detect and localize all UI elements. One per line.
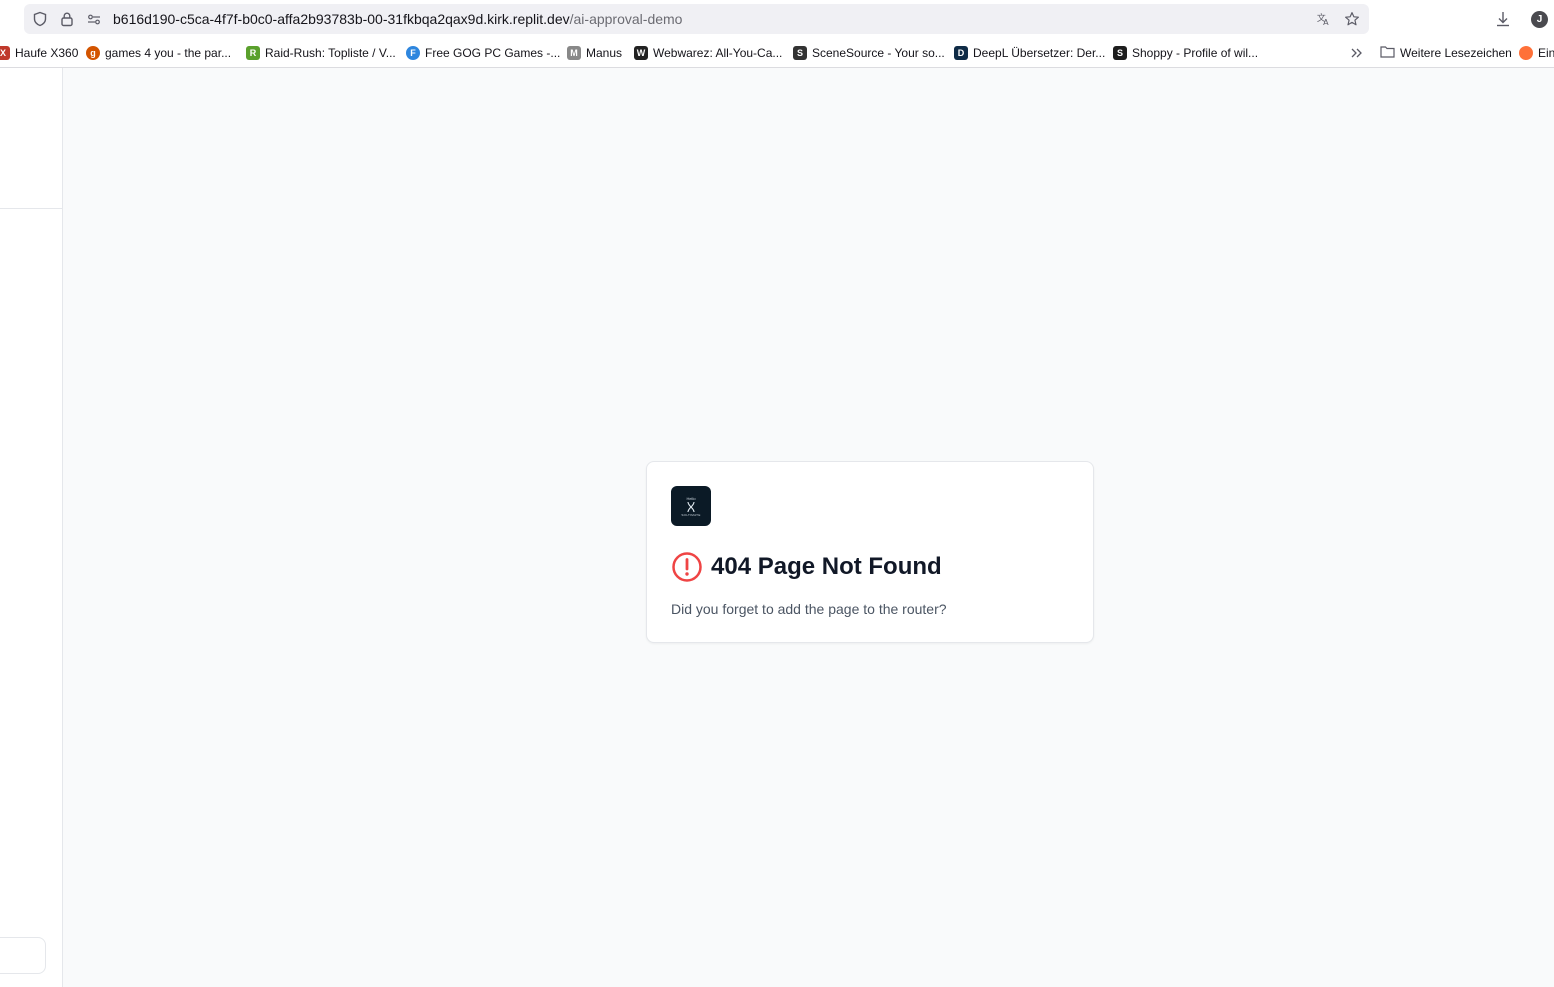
error-message: Did you forget to add the page to the ro… — [671, 601, 947, 617]
sidebar — [0, 68, 63, 987]
bookmark-label: Manus — [586, 46, 623, 60]
shield-icon[interactable] — [32, 11, 48, 27]
bookmark-item[interactable]: S Shoppy - Profile of wil... — [1113, 44, 1258, 62]
import-bookmarks-item[interactable]: Ein — [1519, 44, 1554, 62]
other-bookmarks-label: Weitere Lesezeichen — [1400, 46, 1512, 60]
url-path: /ai-approval-demo — [569, 11, 683, 27]
other-bookmarks-folder[interactable]: Weitere Lesezeichen — [1380, 44, 1512, 62]
url-text[interactable]: b616d190-c5ca-4f7f-b0c0-affa2b93783b-00-… — [113, 11, 682, 27]
bookmark-favicon-icon: R — [246, 46, 260, 60]
bookmark-item[interactable]: S SceneSource - Your so... — [793, 44, 945, 62]
bookmark-item[interactable]: g games 4 you - the par... — [86, 44, 231, 62]
app-logo: Hello SOLTIMATE — [671, 486, 711, 526]
firefox-icon — [1519, 46, 1533, 60]
browser-toolbar: b616d190-c5ca-4f7f-b0c0-affa2b93783b-00-… — [0, 0, 1554, 38]
alert-circle-icon — [671, 551, 703, 583]
bookmark-item[interactable]: D DeepL Übersetzer: Der... — [954, 44, 1105, 62]
sidebar-divider — [0, 208, 62, 209]
folder-icon — [1380, 45, 1395, 61]
bookmark-label: games 4 you - the par... — [105, 46, 232, 60]
download-icon[interactable] — [1493, 9, 1513, 29]
bookmark-favicon-icon: M — [567, 46, 581, 60]
bookmark-label: SceneSource - Your so... — [812, 46, 945, 60]
dna-icon — [687, 501, 695, 512]
not-found-card: Hello SOLTIMATE 404 Page Not Found Did y… — [646, 461, 1094, 643]
bookmark-favicon-icon: F — [406, 46, 420, 60]
bookmark-item[interactable]: R Raid-Rush: Topliste / V... — [246, 44, 396, 62]
import-bookmarks-label: Ein — [1538, 46, 1554, 60]
bookmark-favicon-icon: W — [634, 46, 648, 60]
bookmark-item[interactable]: M Manus — [567, 44, 622, 62]
bookmark-item[interactable]: F Free GOG PC Games -... — [406, 44, 560, 62]
bookmark-label: Shoppy - Profile of wil... — [1132, 46, 1259, 60]
bookmarks-bar: X Haufe X360 g games 4 you - the par... … — [0, 38, 1554, 68]
svg-text:A: A — [1323, 18, 1329, 27]
bookmark-favicon-icon: g — [86, 46, 100, 60]
address-bar[interactable]: b616d190-c5ca-4f7f-b0c0-affa2b93783b-00-… — [24, 4, 1369, 34]
bookmark-item[interactable]: W Webwarez: All-You-Ca... — [634, 44, 782, 62]
bookmark-item[interactable]: X Haufe X360 — [0, 44, 78, 62]
bookmark-favicon-icon: D — [954, 46, 968, 60]
heading-row: 404 Page Not Found — [671, 551, 942, 583]
bookmark-label: DeepL Übersetzer: Der... — [973, 46, 1106, 60]
bookmark-favicon-icon: S — [1113, 46, 1127, 60]
bookmark-favicon-icon: X — [0, 46, 10, 60]
logo-bottom-text: SOLTIMATE — [681, 512, 701, 517]
url-host: b616d190-c5ca-4f7f-b0c0-affa2b93783b-00-… — [113, 11, 570, 27]
translate-icon[interactable]: 文A — [1316, 11, 1332, 27]
page-content: Hello SOLTIMATE 404 Page Not Found Did y… — [0, 68, 1554, 987]
bookmark-star-icon[interactable] — [1344, 11, 1360, 27]
bookmark-label: Haufe X360 — [15, 46, 79, 60]
bookmark-label: Free GOG PC Games -... — [425, 46, 561, 60]
lock-icon[interactable] — [59, 11, 75, 27]
page-title: 404 Page Not Found — [711, 553, 942, 580]
more-bookmarks-chevron-icon[interactable] — [1350, 44, 1364, 62]
bookmark-favicon-icon: S — [793, 46, 807, 60]
bookmark-label: Webwarez: All-You-Ca... — [653, 46, 783, 60]
bookmark-label: Raid-Rush: Topliste / V... — [265, 46, 396, 60]
sidebar-bottom-button[interactable] — [0, 937, 46, 974]
site-permissions-icon[interactable] — [86, 11, 102, 27]
account-avatar[interactable]: J — [1531, 11, 1548, 28]
